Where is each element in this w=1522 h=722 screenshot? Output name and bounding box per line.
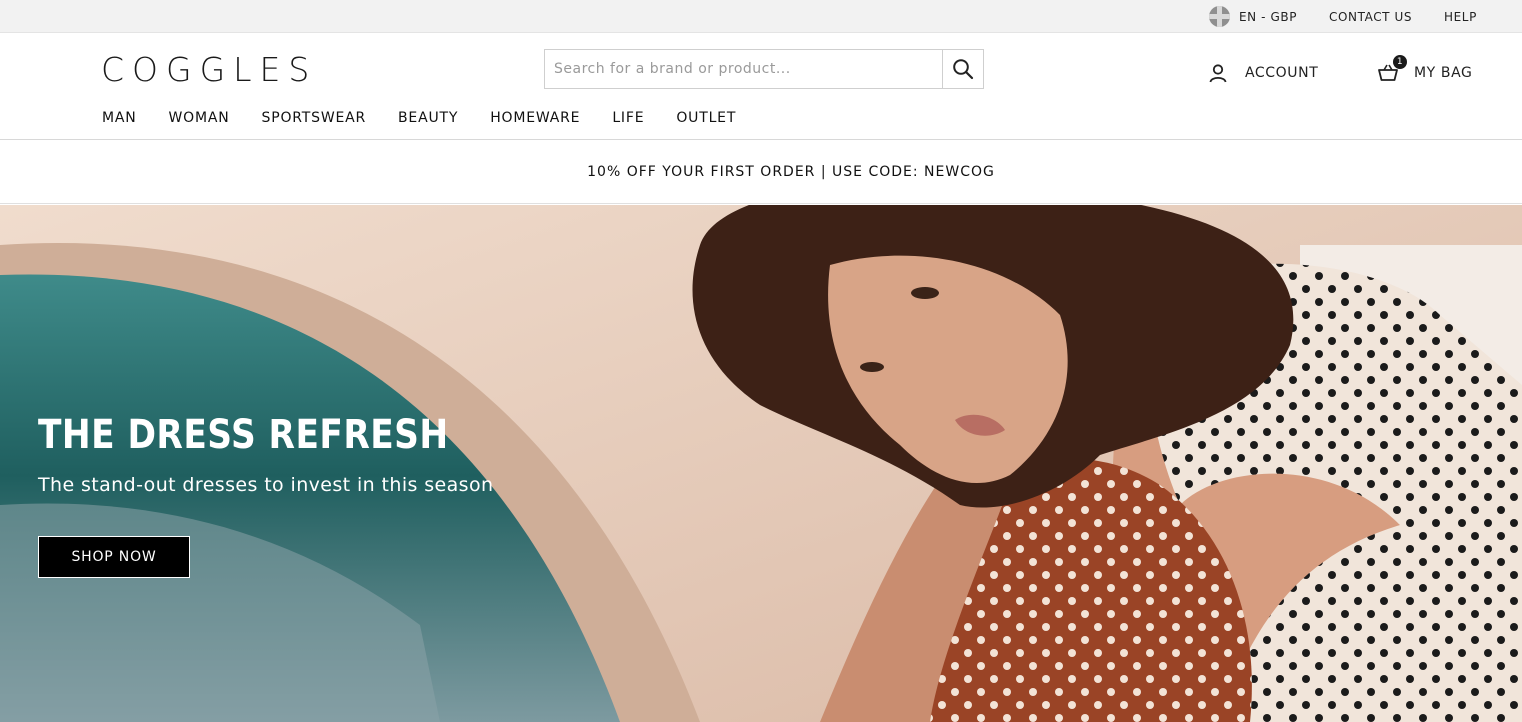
locale-label: EN - GBP	[1239, 9, 1298, 24]
help-link[interactable]: HELP	[1444, 10, 1477, 24]
nav-item-man[interactable]: MAN	[102, 110, 137, 126]
my-bag-link[interactable]: 1 MY BAG	[1377, 55, 1473, 83]
hero-image	[0, 205, 1522, 722]
hero-subtitle: The stand-out dresses to invest in this …	[38, 474, 494, 496]
promo-text: 10% OFF YOUR FIRST ORDER | USE CODE: NEW…	[587, 164, 995, 180]
search-icon	[953, 59, 974, 80]
hero-title: THE DRESS REFRESH	[38, 412, 449, 458]
nav-item-woman[interactable]: WOMAN	[169, 110, 230, 126]
site-logo[interactable]: COGGLES	[101, 50, 317, 89]
search-input[interactable]	[545, 50, 942, 88]
shop-now-button[interactable]: SHOP NOW	[38, 536, 190, 578]
main-nav: MAN WOMAN SPORTSWEAR BEAUTY HOMEWARE LIF…	[102, 110, 768, 126]
my-bag-label: MY BAG	[1414, 65, 1473, 81]
user-icon	[1209, 64, 1227, 83]
search-bar	[544, 49, 984, 89]
account-link[interactable]: ACCOUNT	[1208, 63, 1318, 83]
nav-item-beauty[interactable]: BEAUTY	[398, 110, 458, 126]
hero-banner[interactable]: THE DRESS REFRESH The stand-out dresses …	[0, 205, 1522, 722]
bag-count-badge: 1	[1393, 55, 1407, 69]
utility-bar: EN - GBP CONTACT US HELP	[0, 0, 1522, 33]
uk-flag-icon	[1209, 6, 1230, 27]
nav-item-life[interactable]: LIFE	[612, 110, 644, 126]
site-header: COGGLES ACCOUNT 1 MY BAG MAN WOMAN S	[0, 33, 1522, 140]
nav-item-sportswear[interactable]: SPORTSWEAR	[262, 110, 367, 126]
promo-banner[interactable]: 10% OFF YOUR FIRST ORDER | USE CODE: NEW…	[0, 141, 1522, 204]
search-button[interactable]	[942, 50, 983, 88]
contact-us-link[interactable]: CONTACT US	[1329, 10, 1412, 24]
locale-selector[interactable]: EN - GBP	[1209, 6, 1297, 27]
nav-item-outlet[interactable]: OUTLET	[676, 110, 736, 126]
nav-item-homeware[interactable]: HOMEWARE	[490, 110, 580, 126]
account-label: ACCOUNT	[1245, 65, 1319, 81]
